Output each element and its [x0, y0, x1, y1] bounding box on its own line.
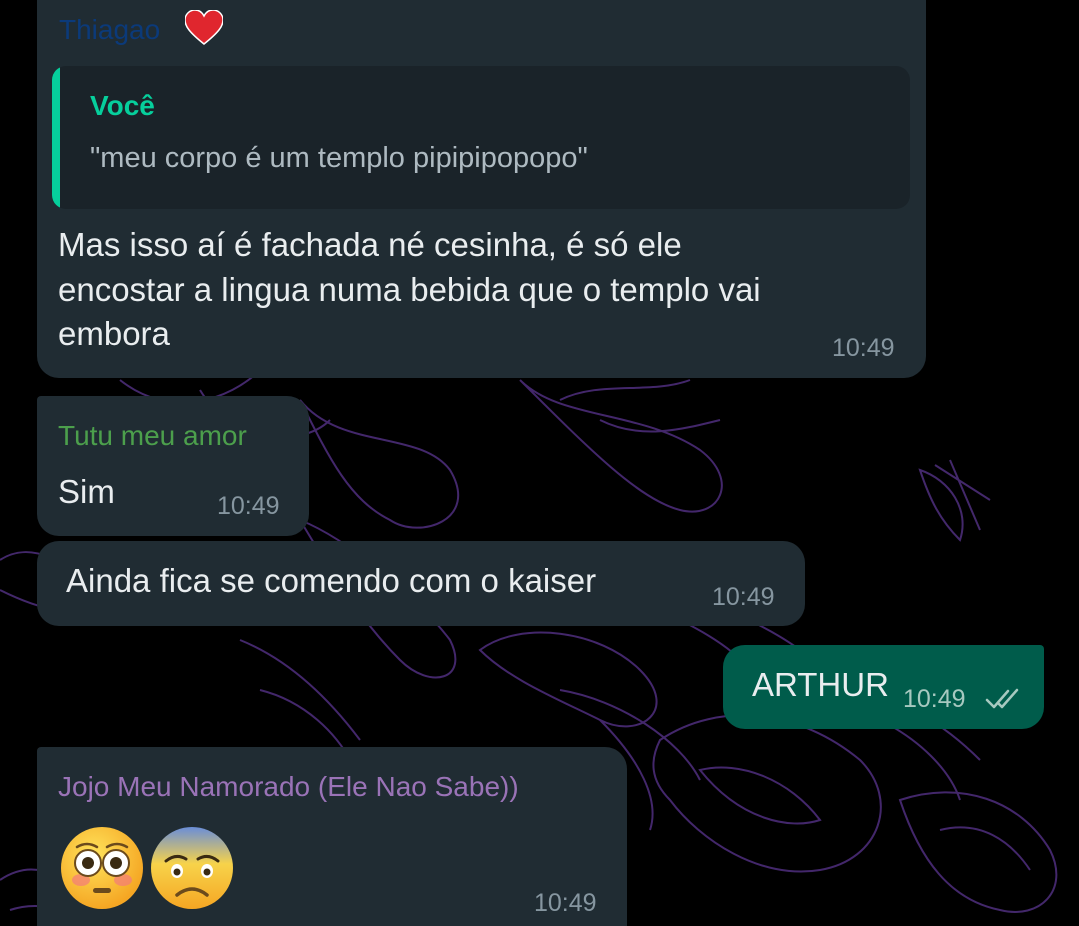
message-timestamp: 10:49 [712, 583, 775, 611]
heart-icon [185, 10, 223, 45]
flushed-face-icon [61, 827, 143, 909]
message-bubble[interactable]: Thiagao Você "meu corpo é um templo pipi… [37, 0, 926, 378]
message-text: Ainda fica se comendo com o kaiser [66, 562, 597, 599]
sender-name[interactable]: Thiagao [59, 14, 160, 46]
message-timestamp: 10:49 [832, 334, 895, 362]
message-text-line: Mas isso aí é fachada né cesinha, é só e… [58, 226, 682, 263]
message-text-line: encostar a lingua numa bebida que o temp… [58, 271, 761, 308]
message-bubble[interactable]: Tutu meu amor Sim 10:49 [37, 396, 309, 536]
quote-text: "meu corpo é um templo pipipipopopo" [90, 142, 588, 174]
quote-accent-bar [52, 66, 60, 209]
fearful-face-icon [151, 827, 233, 909]
chat-view: Thiagao Você "meu corpo é um templo pipi… [0, 0, 1079, 926]
message-text: ARTHUR [752, 666, 889, 703]
message-bubble[interactable]: Jojo Meu Namorado (Ele Nao Sabe)) 10:49 [37, 747, 627, 926]
message-timestamp: 10:49 [217, 492, 280, 520]
message-timestamp: 10:49 [903, 685, 966, 713]
message-text: Sim [58, 473, 115, 510]
sender-name[interactable]: Jojo Meu Namorado (Ele Nao Sabe)) [58, 771, 519, 803]
message-bubble-outgoing[interactable]: ARTHUR 10:49 [723, 645, 1044, 729]
message-bubble[interactable]: Ainda fica se comendo com o kaiser 10:49 [37, 541, 805, 626]
message-timestamp: 10:49 [534, 889, 597, 917]
sender-name[interactable]: Tutu meu amor [58, 420, 247, 452]
double-check-icon [985, 688, 1019, 709]
quote-author: Você [90, 90, 155, 121]
quoted-message[interactable]: Você "meu corpo é um templo pipipipopopo… [52, 66, 910, 209]
message-text-line: embora [58, 315, 170, 352]
